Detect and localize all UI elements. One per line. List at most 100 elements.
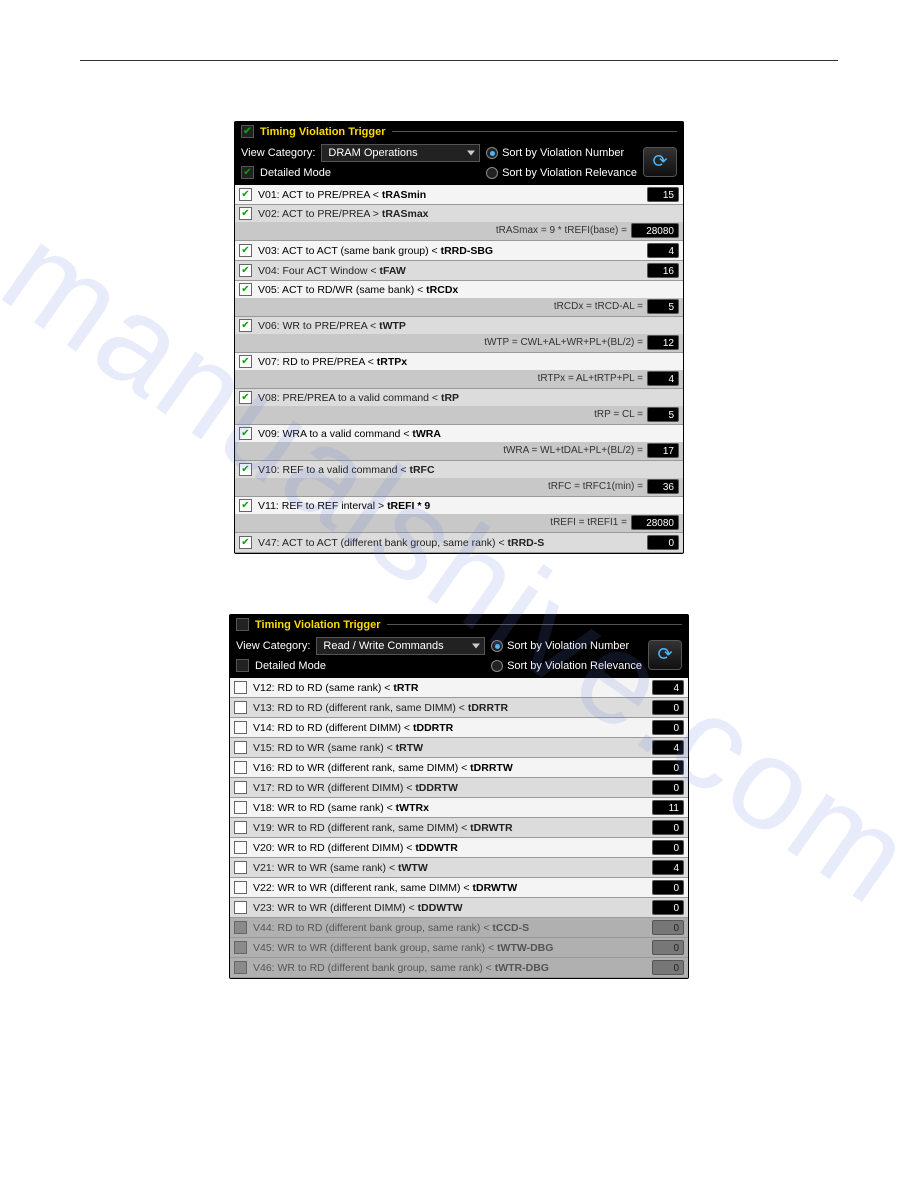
formula-label: tWTP = CWL+AL+WR+PL+(BL/2) = xyxy=(484,337,643,348)
sort-by-relevance[interactable]: Sort by Violation Relevance xyxy=(491,660,642,672)
row-checkbox[interactable] xyxy=(234,841,247,854)
row-checkbox[interactable] xyxy=(234,721,247,734)
row-checkbox[interactable] xyxy=(234,861,247,874)
detailed-mode-toggle[interactable]: Detailed Mode xyxy=(241,166,480,179)
value-box[interactable]: 0 xyxy=(647,535,679,550)
refresh-icon: ⟳ xyxy=(652,151,667,172)
violation-row: V45: WR to WR (different bank group, sam… xyxy=(230,938,688,958)
row-checkbox[interactable] xyxy=(234,881,247,894)
detailed-checkbox[interactable] xyxy=(241,166,254,179)
value-box[interactable]: 0 xyxy=(652,880,684,895)
row-checkbox[interactable] xyxy=(239,391,252,404)
row-checkbox[interactable] xyxy=(234,741,247,754)
controls-row: View Category: DRAM Operations Sort by V… xyxy=(235,141,683,185)
violation-row: V07: RD to PRE/PREA < tRTPxtRTPx = AL+tR… xyxy=(235,353,683,389)
value-box[interactable]: 16 xyxy=(647,263,679,278)
panel-enable-checkbox[interactable] xyxy=(236,618,249,631)
value-box[interactable]: 36 xyxy=(647,479,679,494)
value-box[interactable]: 4 xyxy=(647,371,679,386)
violation-list: V12: RD to RD (same rank) < tRTR4 V13: RD… xyxy=(230,678,688,978)
value-box[interactable]: 0 xyxy=(652,720,684,735)
violation-label: V21: WR to WR (same rank) < tWTW xyxy=(253,862,646,874)
value-box[interactable]: 5 xyxy=(647,299,679,314)
row-checkbox[interactable] xyxy=(239,264,252,277)
detailed-mode-toggle[interactable]: Detailed Mode xyxy=(236,659,485,672)
violation-row: V06: WR to PRE/PREA < tWTP tWTP = CWL+AL+… xyxy=(235,317,683,353)
violation-label: V10: REF to a valid command < tRFC xyxy=(258,464,679,476)
row-checkbox[interactable] xyxy=(239,427,252,440)
violation-label: V05: ACT to RD/WR (same bank) < tRCDx xyxy=(258,284,679,296)
value-box[interactable]: 4 xyxy=(652,860,684,875)
formula-label: tRTPx = AL+tRTP+PL = xyxy=(538,373,643,384)
violation-label: V08: PRE/PREA to a valid command < tRP xyxy=(258,392,679,404)
detailed-checkbox[interactable] xyxy=(236,659,249,672)
value-box[interactable]: 28080 xyxy=(631,223,679,238)
view-category-select[interactable]: Read / Write Commands xyxy=(316,637,485,655)
sort-by-relevance[interactable]: Sort by Violation Relevance xyxy=(486,167,637,179)
violation-label: V17: RD to WR (different DIMM) < tDDRTW xyxy=(253,782,646,794)
violation-label: V18: WR to RD (same rank) < tWTRx xyxy=(253,802,646,814)
value-box[interactable]: 0 xyxy=(652,920,684,935)
sort-by-number[interactable]: Sort by Violation Number xyxy=(486,147,637,159)
value-box[interactable]: 17 xyxy=(647,443,679,458)
value-box[interactable]: 4 xyxy=(652,680,684,695)
violation-row: V02: ACT to PRE/PREA > tRASmaxtRASmax = … xyxy=(235,205,683,241)
row-checkbox[interactable] xyxy=(239,283,252,296)
panel-title: Timing Violation Trigger xyxy=(260,126,386,138)
value-box[interactable]: 0 xyxy=(652,840,684,855)
row-checkbox[interactable] xyxy=(239,207,252,220)
violation-row: V16: RD to WR (different rank, same DIMM… xyxy=(230,758,688,778)
violation-row: V09: WRA to a valid command < tWRAtWRA =… xyxy=(235,425,683,461)
value-box[interactable]: 12 xyxy=(647,335,679,350)
row-checkbox[interactable] xyxy=(234,681,247,694)
sort-by-number[interactable]: Sort by Violation Number xyxy=(491,640,642,652)
radio-icon xyxy=(486,147,498,159)
row-checkbox[interactable] xyxy=(234,821,247,834)
row-checkbox[interactable] xyxy=(239,319,252,332)
row-checkbox[interactable] xyxy=(239,355,252,368)
violation-row: V23: WR to WR (different DIMM) < tDDWTW0 xyxy=(230,898,688,918)
row-checkbox[interactable] xyxy=(239,188,252,201)
value-box[interactable]: 5 xyxy=(647,407,679,422)
view-category-select[interactable]: DRAM Operations xyxy=(321,144,480,162)
value-box[interactable]: 4 xyxy=(652,740,684,755)
row-checkbox[interactable] xyxy=(239,499,252,512)
view-category-label: View Category: xyxy=(241,147,315,159)
value-box[interactable]: 0 xyxy=(652,960,684,975)
title-divider xyxy=(392,131,678,132)
value-box[interactable]: 0 xyxy=(652,780,684,795)
row-checkbox[interactable] xyxy=(234,801,247,814)
refresh-button[interactable]: ⟳ xyxy=(648,640,682,670)
value-box[interactable]: 15 xyxy=(647,187,679,202)
row-checkbox[interactable] xyxy=(234,781,247,794)
value-box[interactable]: 0 xyxy=(652,760,684,775)
row-checkbox[interactable] xyxy=(239,536,252,549)
panel-enable-checkbox[interactable] xyxy=(241,125,254,138)
value-box[interactable]: 28080 xyxy=(631,515,679,530)
violation-row: V21: WR to WR (same rank) < tWTW 4 xyxy=(230,858,688,878)
refresh-button[interactable]: ⟳ xyxy=(643,147,677,177)
title-divider xyxy=(387,624,683,625)
violation-label: V02: ACT to PRE/PREA > tRASmax xyxy=(258,208,679,220)
value-box[interactable]: 4 xyxy=(647,243,679,258)
value-box[interactable]: 0 xyxy=(652,940,684,955)
row-checkbox[interactable] xyxy=(239,244,252,257)
row-checkbox[interactable] xyxy=(239,463,252,476)
row-checkbox[interactable] xyxy=(234,901,247,914)
violation-row: V12: RD to RD (same rank) < tRTR4 xyxy=(230,678,688,698)
formula-label: tRFC = tRFC1(min) = xyxy=(548,481,643,492)
violation-label: V13: RD to RD (different rank, same DIMM… xyxy=(253,702,646,714)
row-checkbox[interactable] xyxy=(234,761,247,774)
value-box[interactable]: 0 xyxy=(652,900,684,915)
timing-violation-panel-1: Timing Violation Trigger View Category: … xyxy=(234,121,684,554)
violation-label: V22: WR to WR (different rank, same DIMM… xyxy=(253,882,646,894)
value-box[interactable]: 0 xyxy=(652,700,684,715)
violation-label: V06: WR to PRE/PREA < tWTP xyxy=(258,320,679,332)
value-box[interactable]: 11 xyxy=(652,800,684,815)
violation-label: V47: ACT to ACT (different bank group, s… xyxy=(258,537,641,549)
violation-row: V20: WR to RD (different DIMM) < tDDWTR0 xyxy=(230,838,688,858)
refresh-icon: ⟳ xyxy=(657,644,672,665)
violation-row: V47: ACT to ACT (different bank group, s… xyxy=(235,533,683,553)
value-box[interactable]: 0 xyxy=(652,820,684,835)
row-checkbox[interactable] xyxy=(234,701,247,714)
